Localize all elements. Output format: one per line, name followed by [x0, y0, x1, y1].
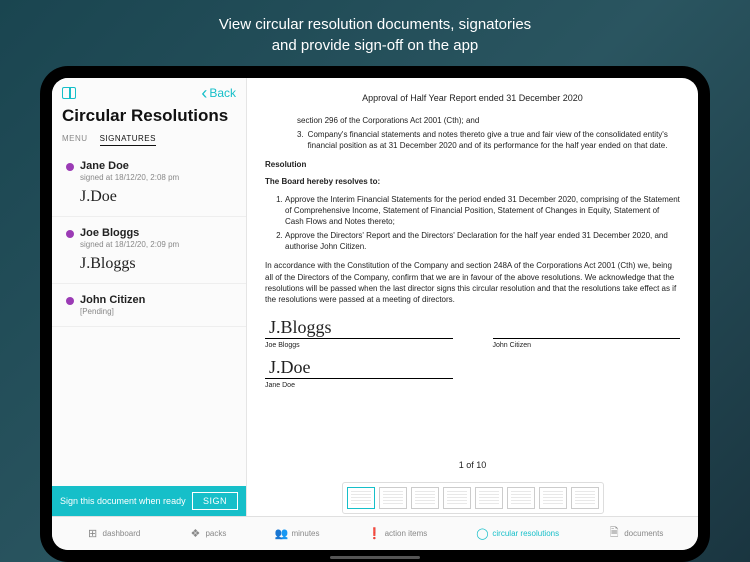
sign-button[interactable]: SIGN [192, 492, 238, 510]
nav-dashboard[interactable]: ⊞dashboard [87, 528, 141, 540]
nav-circular-resolutions[interactable]: ◯circular resolutions [476, 528, 559, 540]
page-thumb[interactable] [571, 487, 599, 509]
status-dot-icon [66, 297, 74, 305]
signatory-item[interactable]: Jane Doe signed at 18/12/20, 2:08 pm J.D… [52, 150, 246, 217]
doc-text: Company's financial statements and notes… [308, 129, 680, 151]
nav-action-items[interactable]: ❗action items [369, 528, 428, 540]
document-viewer[interactable]: Approval of Half Year Report ended 31 De… [247, 78, 698, 516]
documents-icon: 🗎 [608, 528, 620, 540]
nav-packs[interactable]: ❖packs [189, 528, 226, 540]
home-indicator[interactable] [330, 556, 420, 559]
bottom-nav: ⊞dashboard ❖packs 👥minutes ❗action items… [52, 516, 698, 550]
signature-label: Joe Bloggs [265, 341, 453, 351]
signature-image: J.Bloggs [80, 255, 232, 273]
signatory-meta: [Pending] [80, 307, 145, 316]
doc-paragraph: In accordance with the Constitution of t… [265, 260, 680, 305]
resolution-heading: Resolution [265, 160, 306, 169]
signature-line [493, 315, 681, 339]
signatory-name: Jane Doe [80, 160, 179, 172]
packs-icon: ❖ [189, 528, 201, 540]
signatory-meta: signed at 18/12/20, 2:09 pm [80, 240, 179, 249]
tab-signatures[interactable]: SIGNATURES [100, 134, 156, 146]
page-thumb[interactable] [379, 487, 407, 509]
signature-label: John Citizen [493, 341, 681, 351]
action-items-icon: ❗ [369, 528, 381, 540]
page-thumb[interactable] [539, 487, 567, 509]
page-thumb[interactable] [443, 487, 471, 509]
resolution-item: Approve the Interim Financial Statements… [285, 194, 680, 228]
signatory-name: John Citizen [80, 294, 145, 306]
sign-bar: Sign this document when ready SIGN [52, 486, 246, 516]
status-dot-icon [66, 163, 74, 171]
minutes-icon: 👥 [275, 528, 287, 540]
tablet-frame: Back Circular Resolutions MENU SIGNATURE… [40, 66, 710, 562]
promo-text: View circular resolution documents, sign… [219, 0, 531, 66]
nav-minutes[interactable]: 👥minutes [275, 528, 319, 540]
nav-documents[interactable]: 🗎documents [608, 528, 663, 540]
signatory-item[interactable]: Joe Bloggs signed at 18/12/20, 2:09 pm J… [52, 217, 246, 284]
page-thumb[interactable] [507, 487, 535, 509]
signatory-name: Joe Bloggs [80, 227, 179, 239]
resolution-item: Approve the Directors' Report and the Di… [285, 230, 680, 252]
status-dot-icon [66, 230, 74, 238]
signature-line: J.Bloggs [265, 315, 453, 339]
page-thumb[interactable] [475, 487, 503, 509]
app-screen: Back Circular Resolutions MENU SIGNATURE… [52, 78, 698, 550]
signature-label: Jane Doe [265, 381, 453, 391]
page-thumb[interactable] [347, 487, 375, 509]
signature-line: J.Doe [265, 355, 453, 379]
page-thumbnails [342, 482, 604, 514]
doc-text: section 296 of the Corporations Act 2001… [297, 115, 680, 126]
circular-icon: ◯ [476, 528, 488, 540]
resolves-heading: The Board hereby resolves to: [265, 177, 380, 186]
dashboard-icon: ⊞ [87, 528, 99, 540]
page-title: Circular Resolutions [62, 106, 236, 126]
book-icon[interactable] [62, 87, 76, 99]
tab-menu[interactable]: MENU [62, 134, 88, 146]
doc-title: Approval of Half Year Report ended 31 De… [265, 92, 680, 105]
signature-image: J.Doe [80, 188, 232, 206]
sidebar: Back Circular Resolutions MENU SIGNATURE… [52, 78, 247, 516]
signatory-item[interactable]: John Citizen [Pending] [52, 284, 246, 327]
back-button[interactable]: Back [201, 86, 236, 100]
page-indicator: 1 of 10 [451, 457, 495, 474]
signatory-meta: signed at 18/12/20, 2:08 pm [80, 173, 179, 182]
page-thumb[interactable] [411, 487, 439, 509]
sign-prompt: Sign this document when ready [60, 496, 186, 506]
